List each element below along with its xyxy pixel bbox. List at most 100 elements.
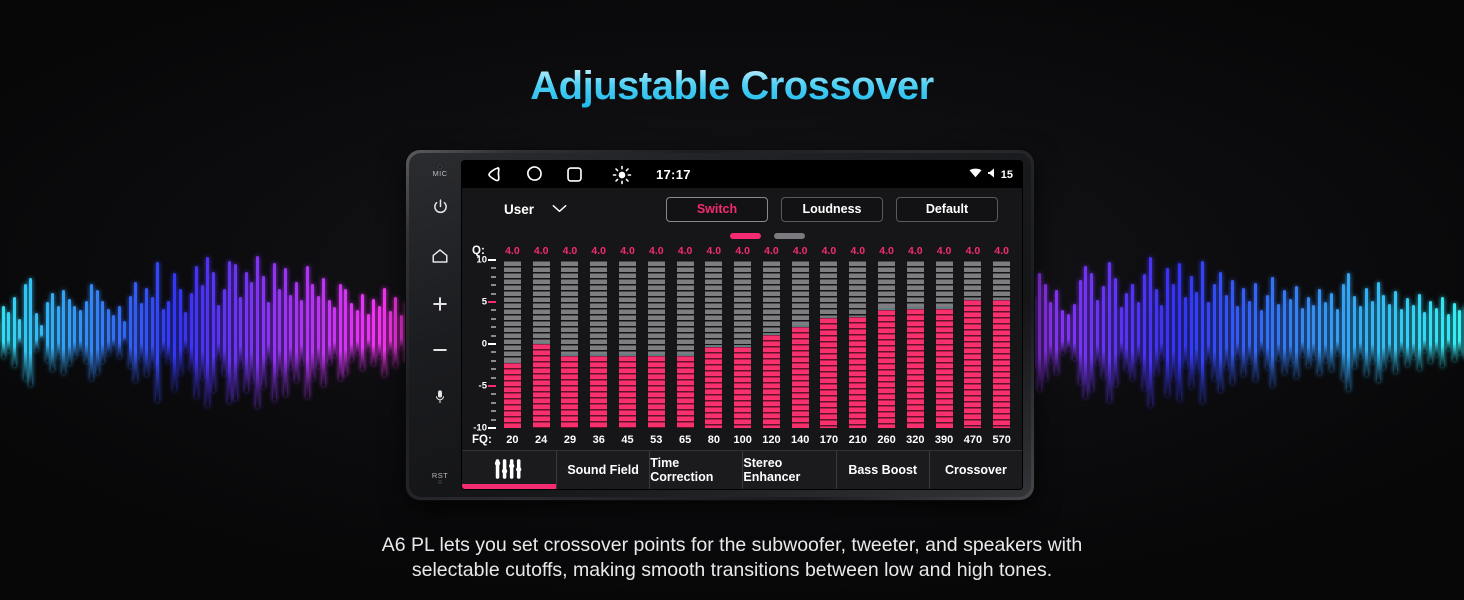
eq-band[interactable] [757,260,786,428]
q-value[interactable]: 4.0 [584,245,613,257]
default-button[interactable]: Default [896,196,998,222]
volume-icon [986,166,998,184]
eq-band[interactable] [671,260,700,428]
q-value[interactable]: 4.0 [498,245,527,257]
frequency-value[interactable]: 120 [757,434,786,446]
eq-band[interactable] [556,260,585,428]
frequency-value[interactable]: 390 [930,434,959,446]
power-icon[interactable] [425,191,455,221]
tab-stereo-enhancer[interactable]: Stereo Enhancer [743,451,837,489]
chevron-down-icon[interactable] [552,200,567,218]
q-value[interactable]: 4.0 [613,245,642,257]
home-icon[interactable] [425,241,455,271]
brightness-icon[interactable] [602,165,642,185]
eq-band-fill [762,333,780,428]
q-value[interactable]: 4.0 [527,245,556,257]
tab-time-correction[interactable]: Time Correction [650,451,744,489]
tab-crossover[interactable]: Crossover [930,451,1022,489]
frequency-value[interactable]: 29 [556,434,585,446]
tab-equalizer[interactable] [462,451,557,489]
eq-band-track[interactable] [503,260,521,428]
eq-band-track[interactable] [762,260,780,428]
q-value[interactable]: 4.0 [930,245,959,257]
eq-band[interactable] [872,260,901,428]
eq-band-track[interactable] [532,260,550,428]
recents-icon[interactable] [554,164,594,185]
microphone-icon[interactable] [425,382,455,412]
eq-band[interactable] [786,260,815,428]
eq-band-track[interactable] [878,260,896,428]
q-value[interactable]: 4.0 [959,245,988,257]
eq-band[interactable] [959,260,988,428]
q-value[interactable]: 4.0 [843,245,872,257]
back-icon[interactable] [474,164,514,185]
q-value[interactable]: 4.0 [699,245,728,257]
preset-selector[interactable]: User [504,200,567,218]
eq-band[interactable] [699,260,728,428]
q-value[interactable]: 4.0 [815,245,844,257]
eq-band[interactable] [584,260,613,428]
q-value[interactable]: 4.0 [642,245,671,257]
volume-down-icon[interactable] [425,335,455,365]
eq-band[interactable] [498,260,527,428]
frequency-value[interactable]: 100 [728,434,757,446]
eq-band-track[interactable] [647,260,665,428]
loudness-button[interactable]: Loudness [781,196,883,222]
frequency-value[interactable]: 170 [815,434,844,446]
eq-band[interactable] [987,260,1016,428]
eq-band[interactable] [642,260,671,428]
page-dot-active[interactable] [730,233,761,239]
frequency-value[interactable]: 470 [959,434,988,446]
reset-hole[interactable] [437,480,442,484]
frequency-value[interactable]: 20 [498,434,527,446]
q-value[interactable]: 4.0 [728,245,757,257]
switch-button[interactable]: Switch [666,196,768,222]
eq-band[interactable] [815,260,844,428]
q-value[interactable]: 4.0 [901,245,930,257]
q-value[interactable]: 4.0 [872,245,901,257]
axis-tick [491,401,496,404]
eq-band-track[interactable] [590,260,608,428]
home-circle-icon[interactable] [514,164,554,185]
eq-band-track[interactable] [964,260,982,428]
eq-band[interactable] [901,260,930,428]
q-value[interactable]: 4.0 [987,245,1016,257]
reset-label: RST [431,471,449,480]
eq-band[interactable] [843,260,872,428]
eq-band-track[interactable] [935,260,953,428]
frequency-value[interactable]: 45 [613,434,642,446]
frequency-value[interactable]: 260 [872,434,901,446]
tab-bass-boost[interactable]: Bass Boost [837,451,930,489]
volume-up-icon[interactable] [425,289,455,319]
frequency-value[interactable]: 24 [527,434,556,446]
q-value[interactable]: 4.0 [556,245,585,257]
frequency-value[interactable]: 53 [642,434,671,446]
q-value[interactable]: 4.0 [671,245,700,257]
eq-band-track[interactable] [676,260,694,428]
frequency-value[interactable]: 140 [786,434,815,446]
eq-band-track[interactable] [820,260,838,428]
frequency-value[interactable]: 36 [584,434,613,446]
frequency-value[interactable]: 80 [699,434,728,446]
page-dot[interactable] [774,233,805,239]
frequency-value[interactable]: 570 [987,434,1016,446]
eq-band-track[interactable] [734,260,752,428]
frequency-value[interactable]: 320 [901,434,930,446]
eq-band-track[interactable] [705,260,723,428]
eq-band-track[interactable] [561,260,579,428]
eq-band-track[interactable] [849,260,867,428]
frequency-value[interactable]: 65 [671,434,700,446]
eq-band[interactable] [728,260,757,428]
eq-band-track[interactable] [791,260,809,428]
eq-band-track[interactable] [906,260,924,428]
q-value[interactable]: 4.0 [786,245,815,257]
eq-band[interactable] [527,260,556,428]
eq-band[interactable] [930,260,959,428]
eq-band[interactable] [613,260,642,428]
q-value[interactable]: 4.0 [757,245,786,257]
frequency-value[interactable]: 210 [843,434,872,446]
tab-sound-field[interactable]: Sound Field [557,451,651,489]
eq-band-track[interactable] [993,260,1011,428]
axis-tick [491,334,496,337]
eq-band-track[interactable] [619,260,637,428]
